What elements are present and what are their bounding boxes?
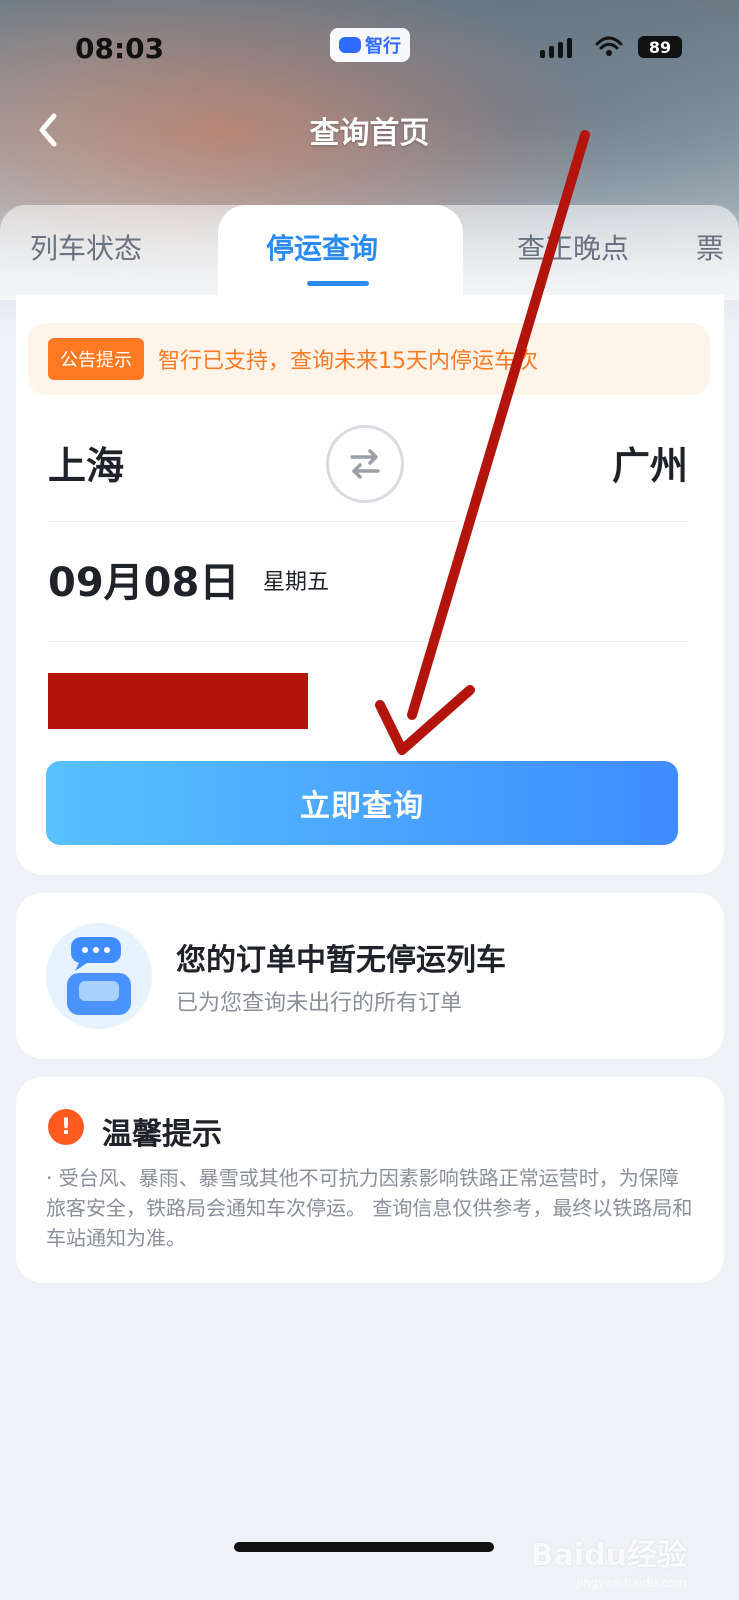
app-badge-label: 智行 (365, 36, 401, 57)
train-logo-icon (339, 37, 361, 53)
notice-text: 智行已支持，查询未来15天内停运车次 (158, 349, 538, 374)
status-bar: 08:03 智行 89 (0, 28, 739, 68)
orders-card: 您的订单中暂无停运列车 已为您查询未出行的所有订单 (16, 893, 724, 1059)
travel-date[interactable]: 09月08日 (48, 550, 239, 608)
baidu-watermark-url: jingyan.baidu.com (576, 1576, 687, 1590)
swap-icon (350, 449, 380, 479)
signal-icon (540, 38, 572, 58)
departure-station[interactable]: 上海 (48, 435, 124, 490)
date-selector[interactable]: 09月08日 星期五 (48, 550, 688, 610)
status-time: 08:03 (75, 32, 165, 65)
query-button[interactable]: 立即查询 (46, 761, 678, 845)
tips-title: 温馨提示 (102, 1117, 222, 1152)
tips-text: · 受台风、暴雨、暴雪或其他不可抗力因素影响铁路正常运营时，为保障旅客安全，铁路… (46, 1166, 693, 1250)
battery-indicator: 89 (638, 36, 682, 58)
route-selector: 上海 广州 (48, 425, 688, 520)
app-badge: 智行 (330, 28, 410, 62)
baidu-watermark: Baidu经验 (530, 1538, 687, 1573)
swap-stations-button[interactable] (326, 425, 404, 503)
arrival-station[interactable]: 广州 (612, 435, 688, 490)
travel-weekday: 星期五 (263, 570, 330, 595)
query-card: 公告提示 智行已支持，查询未来15天内停运车次 上海 广州 09月08日 星期五… (16, 295, 724, 875)
orders-title: 您的订单中暂无停运列车 (176, 943, 506, 978)
tab-delay-check[interactable]: 查正晚点 (517, 227, 629, 267)
tab-suspension-query[interactable]: 停运查询 (266, 227, 378, 267)
notice-tag: 公告提示 (48, 338, 144, 380)
divider (48, 641, 688, 642)
top-nav: 查询首页 (0, 100, 739, 160)
home-indicator (234, 1542, 494, 1552)
active-tab-indicator (307, 281, 369, 286)
tab-ticket[interactable]: 票 (696, 227, 724, 267)
divider (48, 521, 688, 522)
page-title: 查询首页 (309, 116, 430, 151)
orders-subtitle: 已为您查询未出行的所有订单 (176, 991, 463, 1016)
wifi-icon (595, 36, 623, 56)
battery-level: 89 (648, 37, 672, 57)
tips-card: ! 温馨提示 · 受台风、暴雨、暴雪或其他不可抗力因素影响铁路正常运营时，为保障… (16, 1077, 724, 1283)
tab-train-status[interactable]: 列车状态 (30, 227, 142, 267)
chat-robot-icon (46, 923, 152, 1029)
tab-bar: 列车状态 停运查询 查正晚点 票 (0, 205, 739, 300)
notice-banner: 公告提示 智行已支持，查询未来15天内停运车次 (28, 323, 710, 395)
warning-icon: ! (48, 1109, 84, 1145)
redaction-block (48, 673, 308, 729)
